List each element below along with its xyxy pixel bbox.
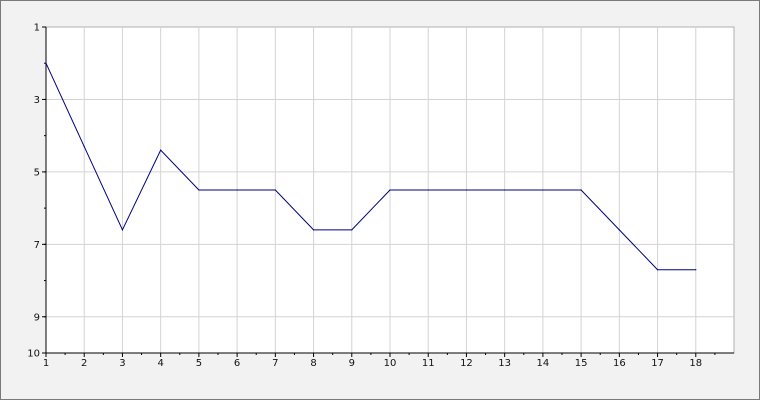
y-axis: 1 3 5 7 9 10 [27, 23, 46, 360]
x-tick-label: 8 [310, 358, 316, 369]
data-point [45, 62, 47, 64]
x-tick-label: 12 [460, 358, 473, 369]
data-point [618, 229, 620, 231]
data-point [389, 189, 391, 191]
x-tick-label: 16 [613, 358, 626, 369]
data-point [427, 189, 429, 191]
x-tick-label: 3 [119, 358, 125, 369]
x-tick-label: 10 [384, 358, 397, 369]
x-tick-label: 14 [537, 358, 550, 369]
y-tick-label: 7 [34, 240, 40, 251]
x-axis: 1 2 3 4 5 6 7 8 9 10 11 12 13 14 15 16 17 18 [43, 353, 716, 369]
x-tick-label: 13 [498, 358, 511, 369]
data-point [504, 189, 506, 191]
data-point [312, 229, 315, 231]
x-tick-label: 9 [349, 358, 355, 369]
data-point [465, 189, 468, 191]
y-tick-label: 10 [27, 349, 40, 360]
x-tick-label: 15 [575, 358, 588, 369]
x-tick-label: 17 [651, 358, 664, 369]
x-tick-label: 7 [272, 358, 278, 369]
data-point [580, 189, 582, 191]
y-tick-label: 1 [34, 23, 40, 34]
y-tick-label: 3 [34, 95, 40, 106]
data-point [274, 189, 276, 191]
data-point [351, 229, 353, 231]
data-point [83, 145, 85, 148]
data-point [198, 189, 200, 191]
x-tick-label: 6 [234, 358, 240, 369]
data-point [695, 269, 697, 271]
data-point [542, 189, 544, 191]
x-tick-label: 11 [422, 358, 435, 369]
data-point [160, 149, 162, 151]
x-tick-label: 4 [157, 358, 163, 369]
data-point [236, 189, 238, 191]
y-tick-label: 9 [34, 312, 40, 323]
x-tick-label: 18 [689, 358, 702, 369]
x-tick-label: 1 [43, 358, 49, 369]
y-tick-label: 5 [34, 167, 40, 178]
x-tick-label: 5 [196, 358, 202, 369]
x-tick-label: 2 [81, 358, 87, 369]
line-chart: 1 2 3 4 5 6 7 8 9 10 11 12 13 14 15 16 17 18 1357910 [27, 23, 735, 369]
data-point [656, 269, 659, 271]
data-point [121, 229, 124, 231]
